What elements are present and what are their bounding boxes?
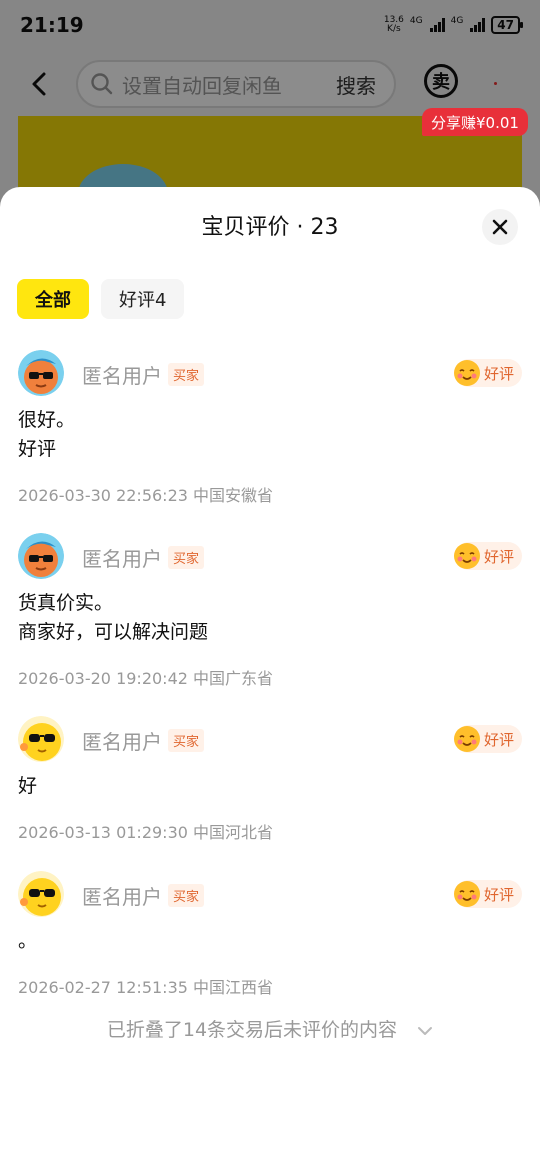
review-item: 匿名用户 买家 好评 很好。 好评 2026-03-30 22:56:23 中国… (18, 350, 522, 506)
review-text: 。 (18, 927, 522, 956)
review-line: 很好。 (18, 409, 76, 431)
review-item: 匿名用户 买家 好评 好 2026-03-13 01:29:30 中国河北省 (18, 716, 522, 843)
filter-all[interactable]: 全部 (17, 279, 89, 319)
rating-badge: 好评 (453, 880, 522, 908)
close-button[interactable] (482, 209, 518, 245)
buyer-tag: 买家 (168, 363, 205, 386)
avatar[interactable] (18, 716, 64, 762)
sheet-header: 宝贝评价 · 23 (0, 187, 540, 263)
rating-label: 好评 (483, 364, 514, 383)
review-text: 很好。 好评 (18, 406, 522, 464)
rating-badge: 好评 (453, 725, 522, 753)
rating-label: 好评 (483, 547, 514, 566)
rating-label: 好评 (483, 730, 514, 749)
review-item: 匿名用户 买家 好评 。 2026-02-27 12:51:35 中国江西省 (18, 871, 522, 998)
buyer-tag: 买家 (168, 729, 205, 752)
review-text: 货真价实。 商家好，可以解决问题 (18, 589, 522, 647)
close-icon (492, 219, 508, 235)
chevron-down-icon (418, 1026, 433, 1035)
orange-avatar-icon (18, 533, 64, 579)
share-earn-badge[interactable]: 分享赚¥0.01 (422, 108, 528, 136)
buyer-tag: 买家 (168, 546, 205, 569)
review-username: 匿名用户 (82, 885, 162, 909)
avatar[interactable] (18, 350, 64, 396)
review-item: 匿名用户 买家 好评 货真价实。 商家好，可以解决问题 2026-03-20 1… (18, 533, 522, 689)
review-meta: 2026-03-13 01:29:30 中国河北省 (18, 823, 274, 842)
smile-face-icon (453, 360, 480, 386)
filter-good[interactable]: 好评4 (101, 279, 185, 319)
smile-face-icon (453, 726, 480, 752)
review-line: 商家好，可以解决问题 (18, 621, 209, 643)
rating-badge: 好评 (453, 359, 522, 387)
reviews-sheet: 宝贝评价 · 23 全部 好评4 匿名用户 买家 好评 很好。 好评 2026-… (0, 187, 540, 1170)
orange-avatar-icon (18, 350, 64, 396)
review-line: 。 (18, 930, 38, 952)
review-text: 好 (18, 772, 522, 801)
buyer-tag: 买家 (168, 884, 205, 907)
review-username: 匿名用户 (82, 547, 162, 571)
avatar[interactable] (18, 533, 64, 579)
review-username: 匿名用户 (82, 730, 162, 754)
review-meta: 2026-03-30 22:56:23 中国安徽省 (18, 486, 274, 505)
yellow-avatar-icon (18, 871, 64, 917)
review-line: 好评 (18, 438, 57, 460)
review-meta: 2026-02-27 12:51:35 中国江西省 (18, 978, 274, 997)
sheet-title: 宝贝评价 · 23 (201, 215, 339, 240)
review-line: 好 (18, 775, 38, 797)
review-header: 匿名用户 买家 好评 (18, 350, 522, 398)
folded-text: 已折叠了14条交易后未评价的内容 (106, 1019, 398, 1041)
review-header: 匿名用户 买家 好评 (18, 533, 522, 581)
filter-tabs: 全部 好评4 (17, 279, 185, 319)
review-header: 匿名用户 买家 好评 (18, 716, 522, 764)
avatar[interactable] (18, 871, 64, 917)
folded-reviews-toggle[interactable]: 已折叠了14条交易后未评价的内容 (0, 1015, 540, 1042)
smile-face-icon (453, 543, 480, 569)
rating-label: 好评 (483, 885, 514, 904)
review-line: 货真价实。 (18, 592, 114, 614)
smile-face-icon (453, 881, 480, 907)
review-username: 匿名用户 (82, 364, 162, 388)
review-header: 匿名用户 买家 好评 (18, 871, 522, 919)
rating-badge: 好评 (453, 542, 522, 570)
review-meta: 2026-03-20 19:20:42 中国广东省 (18, 669, 274, 688)
yellow-avatar-icon (18, 716, 64, 762)
